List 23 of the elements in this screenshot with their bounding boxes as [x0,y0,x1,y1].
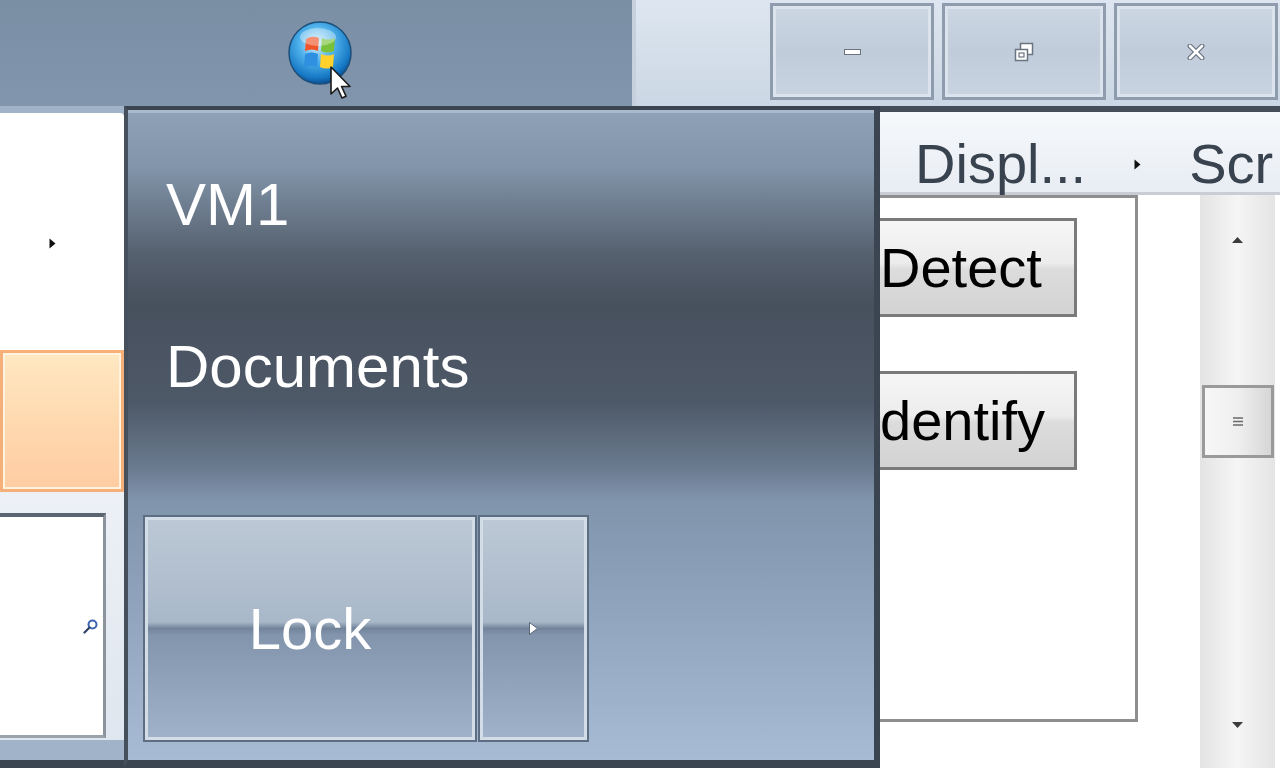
breadcrumb-item[interactable]: Scr [1189,136,1274,192]
close-button[interactable] [1114,3,1278,100]
scroll-up-icon[interactable] [1232,237,1243,243]
minimize-button[interactable] [770,3,934,100]
shutdown-options-button[interactable] [480,517,587,740]
menu-item[interactable] [0,350,124,492]
mouse-pointer-icon [330,66,352,100]
caret-icon [529,622,538,635]
action-button[interactable]: Detect [878,218,1077,317]
scrollbar-thumb[interactable] [1201,385,1274,458]
restore-icon [1014,41,1034,62]
search-icon [83,618,98,634]
menu-item[interactable]: VM1 [166,175,290,235]
start-orb-icon[interactable] [288,21,352,85]
restore-button[interactable] [942,3,1106,100]
close-icon [1187,43,1205,60]
menu-item[interactable]: Documents [166,337,470,397]
breadcrumb-arrow-icon[interactable] [1134,158,1142,170]
scroll-down-icon[interactable] [1232,722,1243,728]
action-button[interactable]: dentify [878,371,1077,470]
minimize-icon [843,48,861,55]
grip-icon [1232,417,1243,426]
search-field[interactable] [0,513,106,738]
